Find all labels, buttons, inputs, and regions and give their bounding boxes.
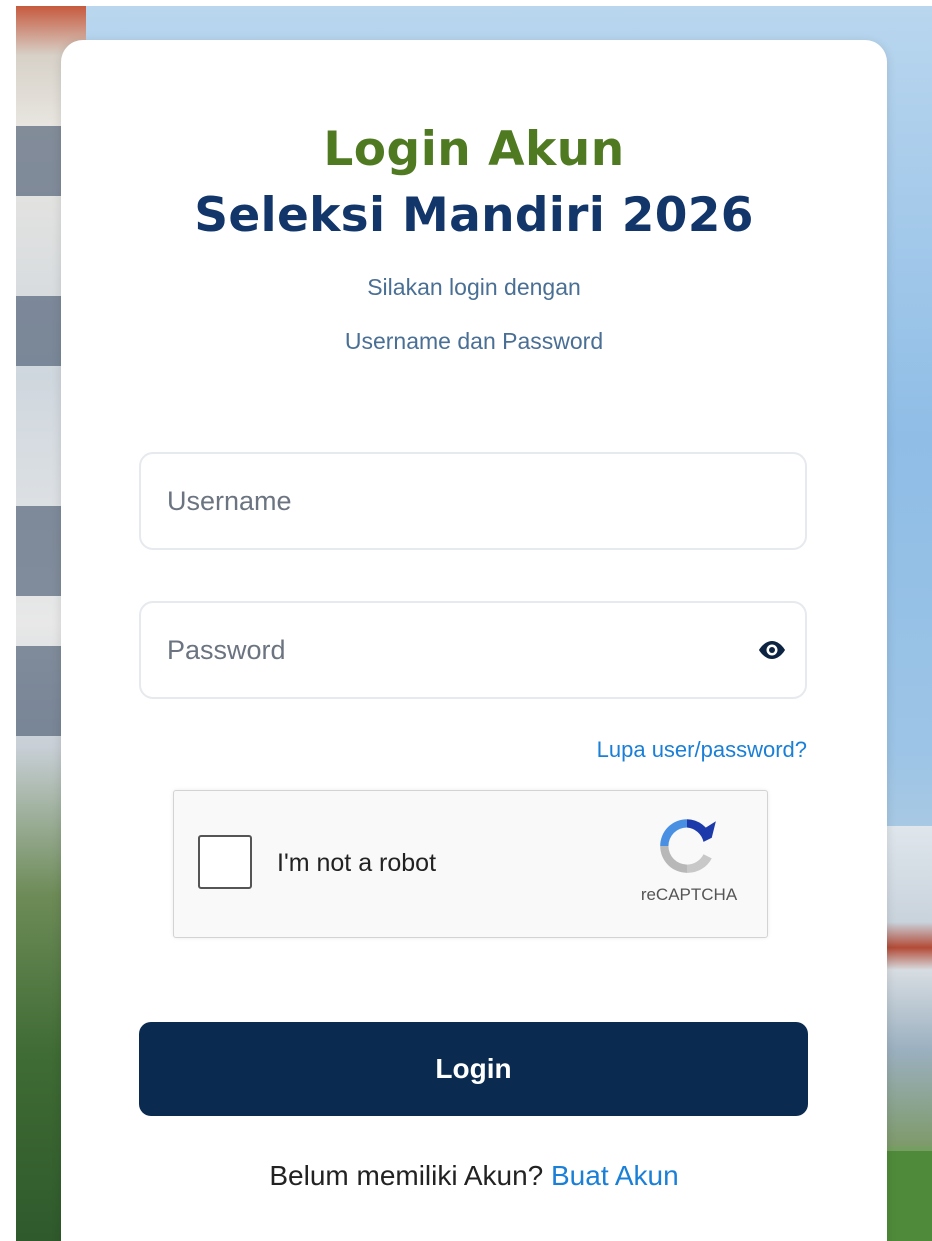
background-window [16, 646, 64, 736]
recaptcha-checkbox[interactable] [198, 835, 252, 889]
password-input[interactable] [167, 634, 727, 666]
background-window [16, 126, 64, 196]
recaptcha-widget: I'm not a robot reCAPTCHA [173, 790, 768, 938]
password-field [139, 601, 807, 699]
page-title: Login Akun [323, 122, 625, 177]
username-field [139, 452, 807, 550]
recaptcha-label: I'm not a robot [277, 849, 437, 877]
recaptcha-brand: reCAPTCHA [640, 885, 738, 904]
register-prompt-text: Belum memiliki Akun? [269, 1160, 551, 1191]
forgot-password-link[interactable]: Lupa user/password? [597, 737, 807, 763]
instruction-line-1: Silakan login dengan [367, 274, 581, 300]
background-window [16, 506, 64, 596]
username-input[interactable] [167, 485, 727, 517]
login-card: Login Akun Seleksi Mandiri 2026 Silakan … [61, 40, 887, 1241]
instruction-line-2: Username dan Password [344, 328, 604, 354]
recaptcha-logo-icon [660, 819, 716, 873]
background-window [16, 296, 64, 366]
login-button[interactable]: Login [139, 1022, 808, 1116]
eye-icon[interactable] [757, 638, 787, 662]
page-subtitle-title: Seleksi Mandiri 2026 [194, 188, 754, 243]
create-account-link[interactable]: Buat Akun [551, 1160, 679, 1191]
register-prompt: Belum memiliki Akun? Buat Akun [61, 1160, 887, 1192]
